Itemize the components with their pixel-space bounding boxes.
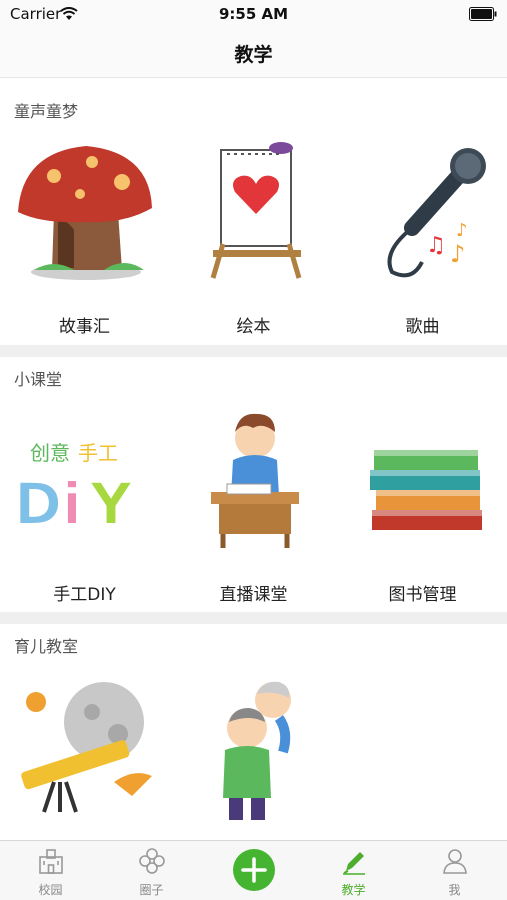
easel-heart-icon [210,142,302,279]
pencil-icon [343,852,365,875]
student-desk-icon [211,413,299,548]
grid-item-songs[interactable]: ♫ ♪ ♪ 歌曲 [338,132,507,337]
microphone-icon: ♫ ♪ ♪ [387,148,486,278]
section-divider [0,345,507,357]
grid-item-picture-book[interactable]: 绘本 [169,132,338,337]
grid-item-library[interactable]: 图书管理 [338,400,507,605]
circle-flower-icon [139,848,165,874]
school-icon [39,849,63,874]
section-title-3: 育儿教室 [14,637,79,656]
grid-item-live-class[interactable]: 直播课堂 [169,400,338,605]
status-bar: Carrier 9:55 AM [0,0,507,28]
item-label: 图书管理 [388,585,457,605]
tab-teaching[interactable]: 教学 [303,841,404,900]
add-icon [241,857,267,883]
battery-icon [469,7,497,21]
book-stack-icon [370,450,482,530]
grid-item-story[interactable]: 故事汇 [0,132,169,337]
item-label: 故事汇 [59,317,110,337]
svg-text:手工: 手工 [78,441,118,465]
grid-item-grandparents[interactable] [169,672,338,837]
user-icon [443,849,467,874]
tab-label: 校园 [38,883,63,897]
tab-label: 我 [448,883,461,897]
grid-item-astronomy[interactable] [0,672,169,837]
section-title-1: 童声童梦 [14,102,79,121]
grandparents-icon [223,681,291,820]
item-label: 绘本 [236,317,271,337]
status-time: 9:55 AM [218,5,289,23]
tab-me[interactable]: 我 [404,841,505,900]
svg-text:Y: Y [89,470,133,538]
telescope-moon-icon [21,682,152,813]
tab-circle[interactable]: 圈子 [101,841,202,900]
item-label: 直播课堂 [219,585,288,605]
tab-campus[interactable]: 校园 [0,841,101,900]
section-title-2: 小课堂 [14,370,63,389]
svg-text:i: i [62,470,82,538]
svg-text:D: D [14,470,62,538]
svg-text:创意: 创意 [30,441,70,465]
item-label: 歌曲 [405,317,440,337]
svg-text:♪: ♪ [456,220,468,241]
tab-label: 教学 [341,883,366,897]
grid-item-diy[interactable]: 创意 手工 D i Y 手工DIY [0,400,169,605]
nav-bar: 教学 [0,28,507,78]
diy-letters-icon: 创意 手工 D i Y [14,441,134,539]
add-button[interactable] [233,849,275,891]
item-label: 手工DIY [53,585,116,605]
section-divider [0,612,507,624]
tab-bar: 校园 圈子 教学 我 [0,840,507,900]
mushroom-house-icon [18,146,152,280]
tab-label: 圈子 [139,883,164,897]
svg-text:♫: ♫ [426,233,446,258]
page-title: 教学 [234,44,273,66]
svg-text:♪: ♪ [450,240,465,268]
